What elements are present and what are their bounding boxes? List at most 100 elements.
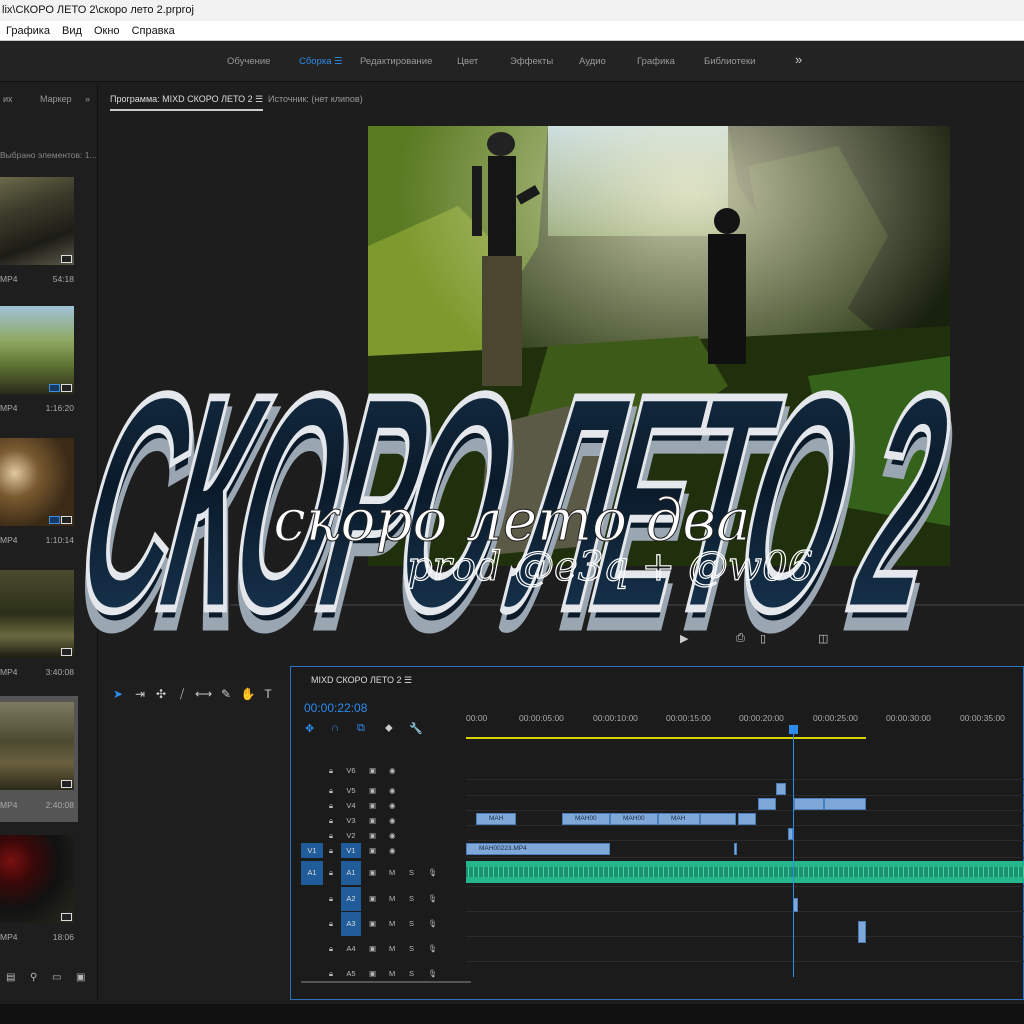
sync-icon[interactable]: ▣ (369, 766, 376, 775)
media-item[interactable]: MP4 1:10:14 (0, 438, 74, 545)
sync-icon[interactable]: ▣ (369, 944, 376, 953)
menu-window[interactable]: Окно (94, 25, 120, 37)
video-clip[interactable] (738, 813, 756, 825)
timeline-timecode[interactable]: 00:00:22:08 (304, 701, 367, 715)
track-label[interactable]: V4 (341, 798, 361, 813)
solo-button[interactable]: S (409, 944, 414, 953)
menu-graphics[interactable]: Графика (6, 25, 50, 37)
snap-icon[interactable]: ∩ (331, 722, 339, 734)
solo-button[interactable]: S (409, 868, 414, 877)
video-clip[interactable]: МАН (476, 813, 516, 825)
camera-icon[interactable]: ◫ (818, 632, 828, 645)
video-clip[interactable]: МАН00223.MP4 (466, 843, 610, 855)
new-item-icon[interactable]: ▣ (76, 972, 85, 983)
lock-icon[interactable]: 🔒︎ (329, 894, 333, 904)
tab-media[interactable]: их (3, 94, 13, 104)
search-icon[interactable]: ⚲ (30, 972, 37, 983)
settings-wrench-icon[interactable]: 🔧 (409, 722, 423, 735)
tab-source[interactable]: Источник: (нет клипов) (268, 94, 363, 104)
ripple-edit-tool-icon[interactable]: ✣ (153, 686, 169, 702)
audio-clip[interactable] (858, 921, 866, 943)
lock-icon[interactable]: 🔒︎ (329, 944, 333, 954)
sync-icon[interactable]: ▣ (369, 894, 376, 903)
workspace-color[interactable]: Цвет (457, 56, 478, 67)
media-item[interactable]: MP4 54:18 (0, 177, 74, 284)
work-area-bar[interactable] (466, 737, 866, 739)
voiceover-mic-icon[interactable]: 🎙︎ (428, 868, 438, 877)
menu-help[interactable]: Справка (132, 25, 175, 37)
workspace-editing[interactable]: Редактирование (360, 56, 432, 67)
eye-icon[interactable]: ◉ (389, 786, 396, 795)
lock-icon[interactable]: 🔒︎ (329, 846, 333, 856)
step-forward-icon[interactable]: ▶ (680, 632, 688, 645)
lock-icon[interactable]: 🔒︎ (329, 766, 333, 776)
razor-tool-icon[interactable]: ⧸ (174, 686, 190, 702)
lock-icon[interactable]: 🔒︎ (329, 919, 333, 929)
nest-icon[interactable]: ✥ (305, 722, 314, 735)
mute-button[interactable]: M (389, 894, 395, 903)
lock-icon[interactable]: 🔒︎ (329, 786, 333, 796)
solo-button[interactable]: S (409, 894, 414, 903)
folder-icon[interactable]: ▭ (52, 972, 61, 983)
track-label[interactable]: A1 (341, 861, 361, 885)
workspace-libraries[interactable]: Библиотеки (704, 56, 755, 67)
workspace-menu-icon[interactable]: ☰ (334, 56, 343, 67)
workspace-graphics[interactable]: Графика (637, 56, 675, 67)
eye-icon[interactable]: ◉ (389, 766, 396, 775)
tab-markers[interactable]: Маркер (40, 94, 72, 104)
track-label[interactable]: V5 (341, 783, 361, 798)
video-clip[interactable] (734, 843, 737, 855)
playhead[interactable] (793, 727, 794, 977)
voiceover-mic-icon[interactable]: 🎙︎ (428, 919, 438, 928)
source-patch-v1[interactable]: V1 (301, 843, 323, 858)
mute-button[interactable]: M (389, 919, 395, 928)
video-clip[interactable] (824, 798, 866, 810)
sync-icon[interactable]: ▣ (369, 846, 376, 855)
sync-icon[interactable]: ▣ (369, 801, 376, 810)
program-scrub-bar[interactable] (230, 604, 1024, 606)
media-item[interactable]: MP4 18:06 (0, 835, 74, 942)
voiceover-mic-icon[interactable]: 🎙︎ (428, 894, 438, 903)
track-select-tool-icon[interactable]: ⇥ (132, 686, 148, 702)
track-label[interactable]: V3 (341, 813, 361, 828)
insert-icon[interactable]: ▯ (760, 632, 766, 645)
lock-icon[interactable]: 🔒︎ (329, 801, 333, 811)
sync-icon[interactable]: ▣ (369, 919, 376, 928)
media-item[interactable]: MP4 1:16:20 (0, 306, 74, 413)
solo-button[interactable]: S (409, 919, 414, 928)
media-item[interactable]: MP4 3:40:08 (0, 570, 74, 677)
video-clip[interactable] (700, 813, 736, 825)
sync-icon[interactable]: ▣ (369, 868, 376, 877)
sync-icon[interactable]: ▣ (369, 831, 376, 840)
workspace-learning[interactable]: Обучение (227, 56, 270, 67)
eye-icon[interactable]: ◉ (389, 816, 396, 825)
selection-tool-icon[interactable]: ➤ (110, 686, 126, 702)
type-tool-icon[interactable]: T (260, 686, 276, 702)
eye-icon[interactable]: ◉ (389, 801, 396, 810)
eye-icon[interactable]: ◉ (389, 846, 396, 855)
eye-icon[interactable]: ◉ (389, 831, 396, 840)
workspaces-more-icon[interactable]: » (795, 52, 802, 67)
video-clip[interactable]: МАН00 (562, 813, 610, 825)
pen-tool-icon[interactable]: ✎ (218, 686, 234, 702)
lock-icon[interactable]: 🔒︎ (329, 868, 333, 878)
source-patch-a1[interactable]: A1 (301, 861, 323, 885)
audio-clip[interactable] (466, 861, 1024, 883)
media-item-selected[interactable]: MP4 2:40:08 (0, 696, 78, 822)
tab-program[interactable]: Программа: MIXD СКОРО ЛЕТО 2 ☰ (110, 94, 264, 111)
slip-tool-icon[interactable]: ⟷ (195, 686, 212, 702)
export-frame-icon[interactable]: ⎙ (736, 632, 745, 645)
workspace-audio[interactable]: Аудио (579, 56, 606, 67)
track-label[interactable]: V2 (341, 828, 361, 843)
mute-button[interactable]: M (389, 868, 395, 877)
video-clip[interactable] (758, 798, 776, 810)
workspace-assembly[interactable]: Сборка (299, 56, 332, 67)
lock-icon[interactable]: 🔒︎ (329, 816, 333, 826)
add-marker-icon[interactable]: ⬥ (385, 722, 393, 735)
video-clip[interactable]: МАН (658, 813, 700, 825)
hand-tool-icon[interactable]: ✋ (240, 686, 256, 702)
sync-icon[interactable]: ▣ (369, 816, 376, 825)
video-clip[interactable] (794, 798, 824, 810)
list-view-icon[interactable]: ▤ (6, 972, 15, 983)
linked-selection-icon[interactable]: ⧉ (357, 722, 365, 735)
